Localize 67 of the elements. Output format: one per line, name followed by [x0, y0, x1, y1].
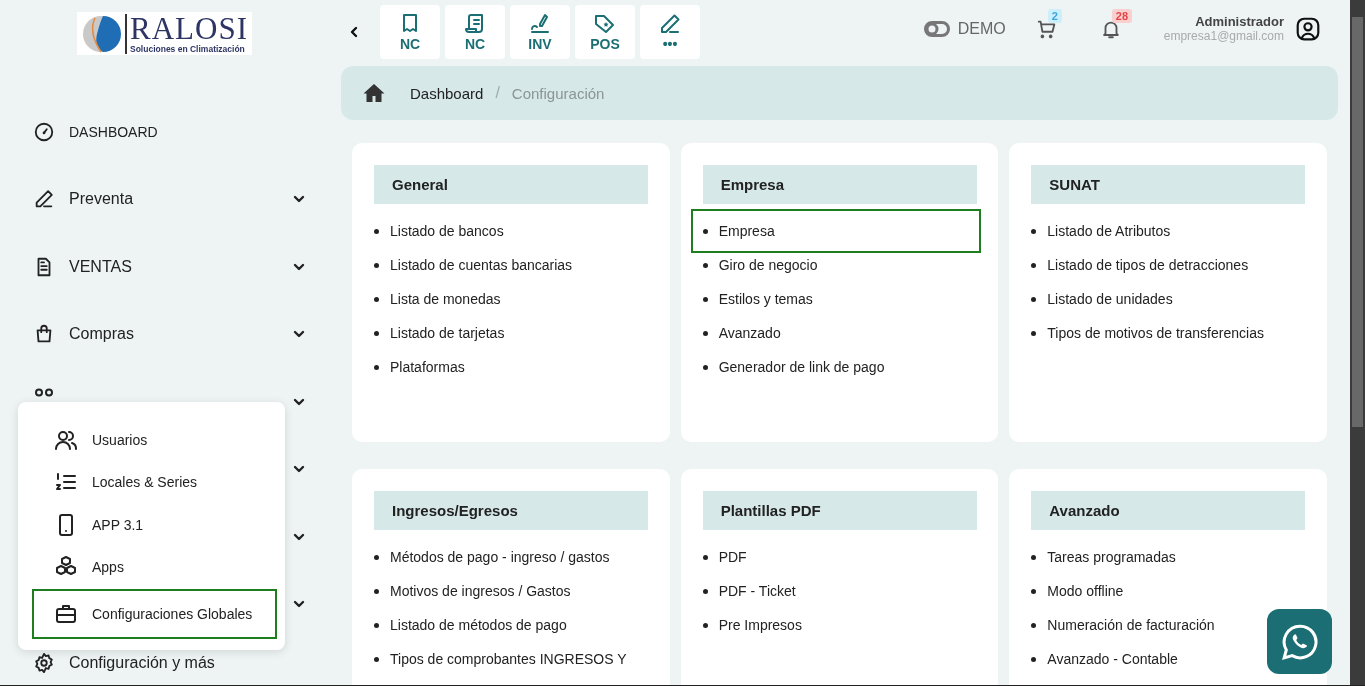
- card-header: General: [374, 165, 648, 204]
- count-badge: 2: [1047, 8, 1062, 23]
- home-icon[interactable]: [362, 81, 386, 105]
- globe-icon: [81, 13, 121, 54]
- tag-icon: [593, 12, 617, 36]
- demo-toggle[interactable]: DEMO: [923, 19, 1006, 38]
- menu-item[interactable]: Configuraciones Globales: [32, 589, 277, 639]
- settings-link[interactable]: Métodos de pago - ingreso / gastos: [362, 540, 616, 574]
- breadcrumb-separator: /: [495, 84, 500, 102]
- toolbar-button[interactable]: POS: [575, 5, 635, 59]
- settings-link[interactable]: Listado de tipos de detracciones: [1019, 248, 1255, 282]
- settings-link[interactable]: Listado de métodos de pago: [362, 608, 573, 642]
- settings-link[interactable]: Listado de Atributos: [1019, 214, 1177, 248]
- briefcase-icon: [54, 602, 78, 626]
- breadcrumb-link[interactable]: Dashboard: [410, 84, 484, 102]
- settings-link[interactable]: Motivos de ingresos / Gastos: [362, 574, 577, 608]
- settings-link[interactable]: Listado de cuentas bancarias: [362, 248, 579, 282]
- settings-link[interactable]: PDF - Ticket: [690, 574, 802, 608]
- scrollbar[interactable]: [1350, 0, 1365, 685]
- card-header: Empresa: [702, 165, 977, 204]
- settings-link[interactable]: Estilos y temas: [690, 282, 819, 316]
- toggle-icon: [923, 20, 950, 37]
- settings-link[interactable]: Generador de link de pago: [690, 350, 891, 384]
- settings-link[interactable]: Numeración de facturación: [1019, 608, 1221, 642]
- user-email: empresa1@gmail.com: [1163, 29, 1284, 43]
- card-header: SUNAT: [1031, 165, 1306, 204]
- menu-item[interactable]: Apps: [32, 546, 277, 588]
- toolbar-button[interactable]: •••: [640, 5, 700, 59]
- settings-link[interactable]: Empresa: [690, 209, 981, 253]
- gauge-icon: [33, 120, 55, 143]
- settings-link[interactable]: Listado de bancos: [362, 214, 510, 248]
- card-header: Avanzado: [1031, 491, 1306, 530]
- settings-link[interactable]: PDF: [690, 540, 753, 574]
- sidebar-item[interactable]: DASHBOARD: [33, 120, 158, 143]
- sidebar-item[interactable]: VENTAS: [33, 255, 132, 278]
- settings-link[interactable]: Tipos de motivos de transferencias: [1019, 316, 1270, 350]
- whatsapp-button[interactable]: [1267, 609, 1332, 674]
- sidebar-item[interactable]: Preventa: [33, 188, 134, 211]
- count-badge: 28: [1111, 8, 1132, 23]
- menu-item[interactable]: Locales & Series: [32, 461, 277, 503]
- menu-item[interactable]: APP 3.1: [32, 504, 277, 545]
- card-header: Plantillas PDF: [702, 491, 977, 530]
- pen-icon: [528, 12, 552, 36]
- user-name: Administrador: [1195, 14, 1284, 29]
- settings-link[interactable]: Plataformas: [362, 350, 471, 384]
- settings-link[interactable]: Modo offline: [1019, 574, 1130, 608]
- menu-item[interactable]: Usuarios: [32, 419, 277, 460]
- settings-link[interactable]: Listado de unidades: [1019, 282, 1179, 316]
- sidebar-item[interactable]: Compras: [33, 323, 134, 346]
- settings-icon: [33, 652, 55, 674]
- toolbar-button[interactable]: INV: [510, 5, 570, 59]
- toolbar-button[interactable]: NC: [445, 5, 505, 59]
- logo-title: RALOSI: [130, 13, 248, 44]
- settings-link[interactable]: Avanzado - Contable: [1019, 642, 1184, 676]
- settings-link[interactable]: Listado de tarjetas: [362, 316, 511, 350]
- settings-link[interactable]: Avanzado: [690, 316, 787, 350]
- settings-link[interactable]: Pre Impresos: [690, 608, 808, 642]
- card-header: Ingresos/Egresos: [374, 491, 648, 530]
- back-chevron-icon[interactable]: [348, 26, 360, 38]
- toolbar-button[interactable]: NC: [380, 5, 440, 59]
- edit-icon: [658, 12, 682, 36]
- settings-link[interactable]: Lista de monedas: [362, 282, 507, 316]
- logo-subtitle: Soluciones en Climatización: [130, 43, 246, 54]
- settings-link[interactable]: Tareas programadas: [1019, 540, 1182, 574]
- sidebar-item[interactable]: Configuración y más: [33, 652, 215, 674]
- user-avatar-icon[interactable]: [1295, 15, 1321, 42]
- settings-link[interactable]: Tipos de comprobantes INGRESOS Y: [362, 642, 633, 676]
